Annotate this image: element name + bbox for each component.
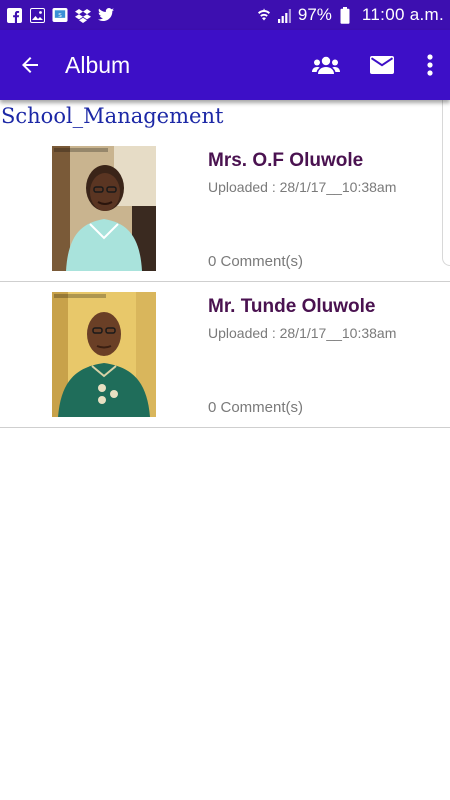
app-bar: Album: [0, 30, 450, 100]
album-title: Mr. Tunde Oluwole: [208, 296, 376, 317]
more-vert-icon: [427, 54, 433, 76]
mail-button[interactable]: [354, 30, 410, 100]
twitter-icon: [98, 7, 114, 23]
signal-icon: [277, 7, 293, 23]
upload-date: Uploaded : 28/1/17__10:38am: [208, 325, 397, 341]
notification-icons: S: [6, 7, 114, 23]
edge-panel-handle[interactable]: [442, 80, 450, 266]
svg-text:•: •: [263, 7, 265, 12]
status-bar: S • 97% 11:00 a.m.: [0, 0, 450, 30]
album-title: Mrs. O.F Oluwole: [208, 150, 364, 171]
comment-count[interactable]: 0 Comment(s): [208, 253, 303, 270]
wifi-icon: •: [256, 7, 272, 23]
album-list: Mrs. O.F Oluwole Uploaded : 28/1/17__10:…: [0, 136, 450, 428]
screenshot-app-icon: S: [52, 7, 68, 23]
clock: 11:00 a.m.: [361, 5, 444, 24]
group-button[interactable]: [298, 30, 354, 100]
list-item[interactable]: Mr. Tunde Oluwole Uploaded : 28/1/17__10…: [0, 282, 450, 428]
system-status: • 97% 11:00 a.m.: [256, 5, 444, 25]
gallery-icon: [29, 7, 45, 23]
page-title: Album: [65, 51, 131, 78]
mail-icon: [370, 56, 394, 74]
svg-text:S: S: [58, 13, 62, 19]
upload-date: Uploaded : 28/1/17__10:38am: [208, 179, 397, 195]
facebook-icon: [6, 7, 22, 23]
album-photo[interactable]: [52, 146, 156, 271]
dropbox-icon: [75, 7, 91, 23]
battery-percent: 97%: [297, 5, 332, 24]
more-options-button[interactable]: [410, 30, 450, 100]
list-item[interactable]: Mrs. O.F Oluwole Uploaded : 28/1/17__10:…: [0, 136, 450, 282]
album-photo[interactable]: [52, 292, 156, 417]
comment-count[interactable]: 0 Comment(s): [208, 399, 303, 416]
battery-icon: [337, 6, 353, 24]
back-button[interactable]: [0, 30, 60, 100]
section-title: School_Management: [1, 104, 224, 128]
arrow-back-icon: [22, 57, 38, 73]
group-icon: [312, 56, 340, 74]
